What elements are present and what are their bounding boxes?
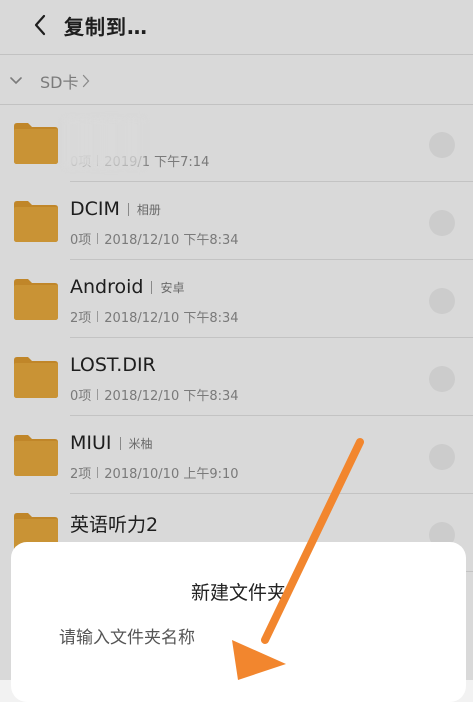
folder-meta: 2项 2018/10/10 上午9:10 bbox=[70, 463, 239, 482]
breadcrumb: SD卡 bbox=[0, 60, 473, 102]
list-item[interactable]: DCIM 相册 0项 2018/12/10 下午8:34 bbox=[0, 182, 473, 260]
folder-name: LOST.DIR bbox=[70, 354, 156, 376]
folder-name: 英语听力2 bbox=[70, 514, 159, 536]
folder-icon bbox=[14, 357, 58, 398]
item-count: 0项 bbox=[70, 233, 92, 248]
folder-meta: 0项 2018/12/10 下午8:34 bbox=[70, 229, 239, 248]
folder-icon bbox=[14, 279, 58, 320]
item-count: 2项 bbox=[70, 311, 92, 326]
privacy-blur bbox=[64, 118, 144, 168]
header-divider bbox=[0, 54, 473, 55]
list-item[interactable]: 0项2019/1 下午7:14 bbox=[0, 104, 473, 182]
modified-date: 2018/12/10 下午8:34 bbox=[104, 233, 239, 248]
radio-circle-icon[interactable] bbox=[429, 210, 455, 236]
back-button[interactable] bbox=[18, 3, 62, 47]
folder-title: Android 安卓 bbox=[70, 276, 184, 298]
top-bar: 复制到… bbox=[0, 0, 473, 50]
folder-name: MIUI bbox=[70, 432, 112, 454]
new-folder-dialog: 新建文件夹 bbox=[11, 542, 466, 702]
item-count: 2项 bbox=[70, 467, 92, 482]
separator bbox=[97, 311, 99, 322]
list-item[interactable]: LOST.DIR 0项 2018/12/10 下午8:34 bbox=[0, 338, 473, 416]
page-title: 复制到… bbox=[64, 14, 148, 39]
folder-meta: 2项 2018/12/10 下午8:34 bbox=[70, 307, 239, 326]
separator bbox=[97, 389, 99, 400]
folder-name: DCIM bbox=[70, 198, 120, 220]
radio-circle-icon[interactable] bbox=[429, 444, 455, 470]
folder-title: DCIM 相册 bbox=[70, 198, 161, 220]
folder-alias: 米柚 bbox=[128, 436, 153, 451]
folder-meta: 0项 2018/12/10 下午8:34 bbox=[70, 385, 239, 404]
modified-date: 2018/12/10 下午8:34 bbox=[104, 389, 239, 404]
separator bbox=[127, 202, 129, 216]
list-item[interactable]: Android 安卓 2项 2018/12/10 下午8:34 bbox=[0, 260, 473, 338]
folder-icon bbox=[14, 435, 58, 476]
radio-circle-icon[interactable] bbox=[429, 132, 455, 158]
chevron-down-icon[interactable] bbox=[8, 73, 24, 89]
folder-title: LOST.DIR bbox=[70, 354, 156, 376]
folder-title: MIUI 米柚 bbox=[70, 432, 153, 454]
modified-date: 2018/10/10 上午9:10 bbox=[104, 467, 239, 482]
item-count: 0项 bbox=[70, 389, 92, 404]
radio-circle-icon[interactable] bbox=[429, 288, 455, 314]
list-item[interactable]: MIUI 米柚 2项 2018/10/10 上午9:10 bbox=[0, 416, 473, 494]
separator bbox=[151, 280, 153, 294]
folder-alias: 相册 bbox=[136, 202, 161, 217]
chevron-right-icon bbox=[82, 74, 90, 88]
separator bbox=[97, 467, 99, 478]
folder-name-input[interactable] bbox=[59, 624, 419, 652]
breadcrumb-sd-card[interactable]: SD卡 bbox=[40, 69, 78, 93]
folder-alias: 安卓 bbox=[160, 280, 185, 295]
folder-icon bbox=[14, 201, 58, 242]
folder-title: 英语听力2 bbox=[70, 510, 158, 537]
folder-name: Android bbox=[70, 276, 144, 298]
dialog-title: 新建文件夹 bbox=[190, 582, 286, 604]
folder-icon bbox=[14, 123, 58, 164]
file-list: 0项2019/1 下午7:14 DCIM 相册 0项 2018/12/10 下午8:34… bbox=[0, 104, 473, 572]
radio-circle-icon[interactable] bbox=[429, 366, 455, 392]
separator bbox=[119, 436, 121, 450]
chevron-left-icon bbox=[34, 14, 46, 36]
modified-date: 2018/12/10 下午8:34 bbox=[104, 311, 239, 326]
separator bbox=[97, 233, 99, 244]
